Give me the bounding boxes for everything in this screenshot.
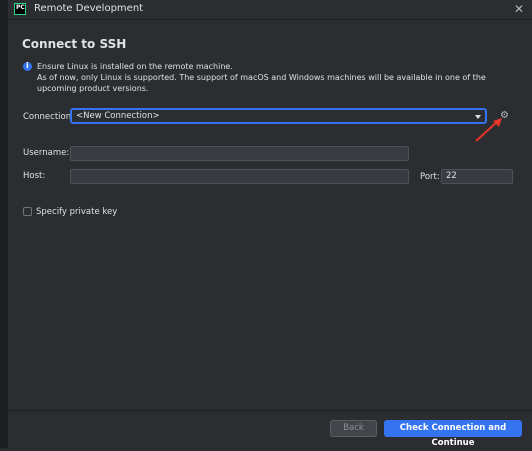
private-key-checkbox[interactable] xyxy=(23,207,32,216)
connection-value: <New Connection> xyxy=(76,111,160,121)
port-field[interactable]: 22 xyxy=(441,169,513,184)
username-field[interactable] xyxy=(70,146,409,161)
host-label: Host: xyxy=(23,171,46,181)
remote-development-dialog: PC Remote Development ✕ Connect to SSH i… xyxy=(8,0,532,449)
pycharm-app-icon: PC xyxy=(14,3,26,15)
window-title: Remote Development xyxy=(34,3,144,14)
connection-select[interactable]: <New Connection> xyxy=(70,108,487,124)
title-bar: PC Remote Development ✕ xyxy=(8,0,532,20)
check-connection-button[interactable]: Check Connection and Continue xyxy=(384,420,522,448)
back-button[interactable]: Back xyxy=(330,420,377,437)
info-icon: i xyxy=(23,61,32,71)
page-title: Connect to SSH xyxy=(22,37,127,51)
port-value: 22 xyxy=(446,171,457,181)
username-label: Username: xyxy=(23,148,70,158)
connection-label: Connection: xyxy=(23,112,74,122)
info-message: Ensure Linux is installed on the remote … xyxy=(37,61,522,94)
host-field[interactable] xyxy=(70,169,409,184)
port-label: Port: xyxy=(420,172,440,182)
annotation-arrow xyxy=(475,118,502,142)
info-line-2: As of now, only Linux is supported. The … xyxy=(37,73,486,93)
close-icon[interactable]: ✕ xyxy=(514,2,524,16)
info-line-1: Ensure Linux is installed on the remote … xyxy=(37,62,233,71)
dialog-footer: Back Check Connection and Continue xyxy=(8,410,532,449)
private-key-label[interactable]: Specify private key xyxy=(36,207,117,217)
background-editor-strip xyxy=(0,0,8,448)
